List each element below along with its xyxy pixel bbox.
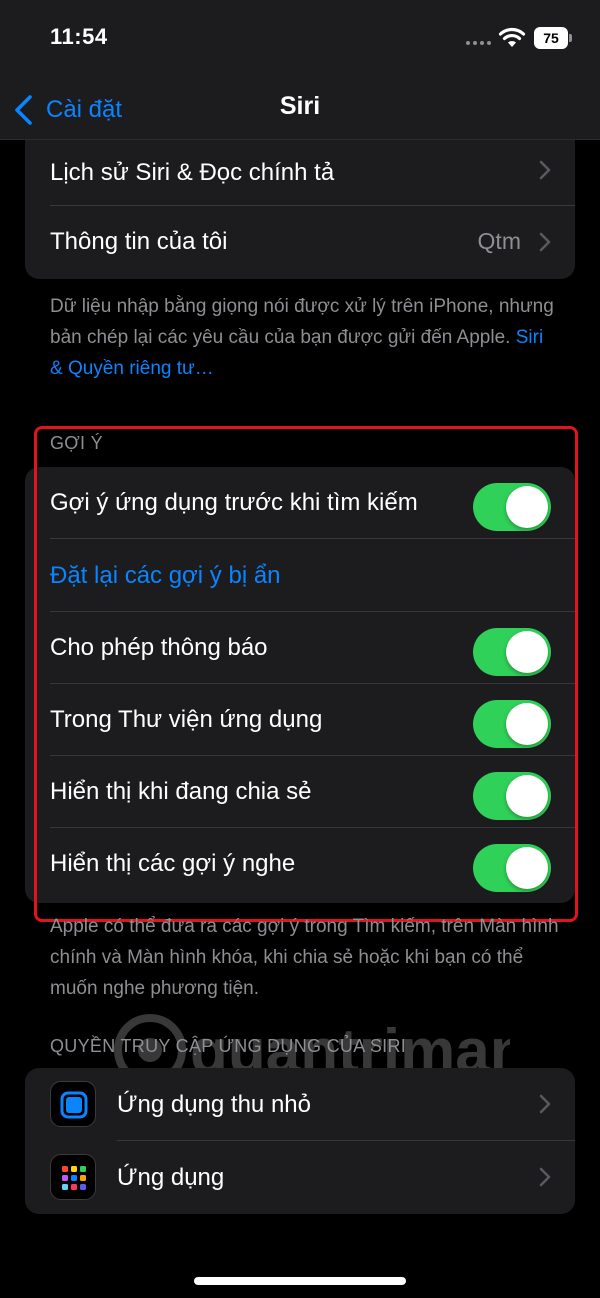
- allow-notifications-row: Cho phép thông báo: [25, 612, 575, 684]
- app-clips-row[interactable]: Ứng dụng thu nhỏ: [25, 1068, 575, 1141]
- status-bar: 11:54 75: [0, 0, 600, 80]
- toggle-knob: [506, 486, 548, 528]
- row-label: Ứng dụng thu nhỏ: [117, 1090, 311, 1118]
- show-listening-suggestions-row: Hiển thị các gợi ý nghe: [25, 828, 575, 900]
- privacy-footnote: Dữ liệu nhập bằng giọng nói được xử lý t…: [50, 291, 560, 384]
- reset-hidden-suggestions-button[interactable]: Đặt lại các gợi ý bị ẩn: [50, 562, 281, 590]
- reset-hidden-suggestions-row[interactable]: Đặt lại các gợi ý bị ẩn: [25, 539, 575, 612]
- apps-row[interactable]: Ứng dụng: [25, 1141, 575, 1214]
- show-when-sharing-row: Hiển thị khi đang chia sẻ: [25, 756, 575, 828]
- in-app-library-toggle[interactable]: [473, 700, 551, 748]
- suggest-apps-toggle[interactable]: [473, 483, 551, 531]
- my-info-value: Qtm: [477, 228, 521, 254]
- row-label: Trong Thư viện ứng dụng: [50, 706, 323, 733]
- suggest-apps-before-search-row: Gợi ý ứng dụng trước khi tìm kiếm: [25, 467, 575, 539]
- show-when-sharing-toggle[interactable]: [473, 772, 551, 820]
- siri-history-row[interactable]: Lịch sử Siri & Đọc chính tả: [25, 140, 575, 206]
- row-label: Ứng dụng: [117, 1163, 225, 1191]
- suggestions-group: Gợi ý ứng dụng trước khi tìm kiếm Đặt lạ…: [25, 467, 575, 903]
- toggle-knob: [506, 703, 548, 745]
- my-info-row[interactable]: Thông tin của tôi Qtm: [25, 206, 575, 278]
- navigation-bar: Cài đặt Siri: [0, 80, 600, 140]
- allow-notifications-toggle[interactable]: [473, 628, 551, 676]
- toggle-knob: [506, 847, 548, 889]
- toggle-knob: [506, 631, 548, 673]
- chevron-right-icon: [539, 1167, 551, 1187]
- chevron-right-icon: [539, 160, 551, 180]
- row-label: Gợi ý ứng dụng trước khi tìm kiếm: [50, 489, 418, 516]
- suggestions-header: GỢI Ý: [50, 433, 103, 453]
- app-grid-icon: [50, 1154, 96, 1200]
- battery-tip: [569, 34, 572, 42]
- row-label: Thông tin của tôi: [50, 228, 228, 255]
- toggle-knob: [506, 775, 548, 817]
- row-label: Hiển thị khi đang chia sẻ: [50, 778, 312, 805]
- app-access-header: QUYỀN TRUY CẬP ỨNG DỤNG CỦA SIRI: [50, 1036, 407, 1056]
- home-indicator[interactable]: [194, 1277, 406, 1285]
- wifi-icon: [498, 27, 526, 47]
- privacy-text: Dữ liệu nhập bằng giọng nói được xử lý t…: [50, 296, 554, 348]
- row-label: Hiển thị các gợi ý nghe: [50, 850, 296, 877]
- status-time: 11:54: [50, 24, 108, 49]
- battery-icon: 75: [534, 27, 568, 49]
- row-label: Lịch sử Siri & Đọc chính tả: [50, 159, 335, 186]
- show-listening-suggestions-toggle[interactable]: [473, 844, 551, 892]
- chevron-right-icon: [539, 232, 551, 252]
- app-clips-icon: [50, 1081, 96, 1127]
- history-info-group: Lịch sử Siri & Đọc chính tả Thông tin củ…: [25, 140, 575, 279]
- cellular-signal-icon: [466, 41, 491, 45]
- suggestions-footnote: Apple có thể đưa ra các gợi ý trong Tìm …: [50, 916, 559, 999]
- chevron-right-icon: [539, 1094, 551, 1114]
- in-app-library-row: Trong Thư viện ứng dụng: [25, 684, 575, 756]
- row-label: Cho phép thông báo: [50, 634, 268, 661]
- app-access-group: Ứng dụng thu nhỏ Ứng dụng: [25, 1068, 575, 1214]
- page-title: Siri: [279, 92, 321, 120]
